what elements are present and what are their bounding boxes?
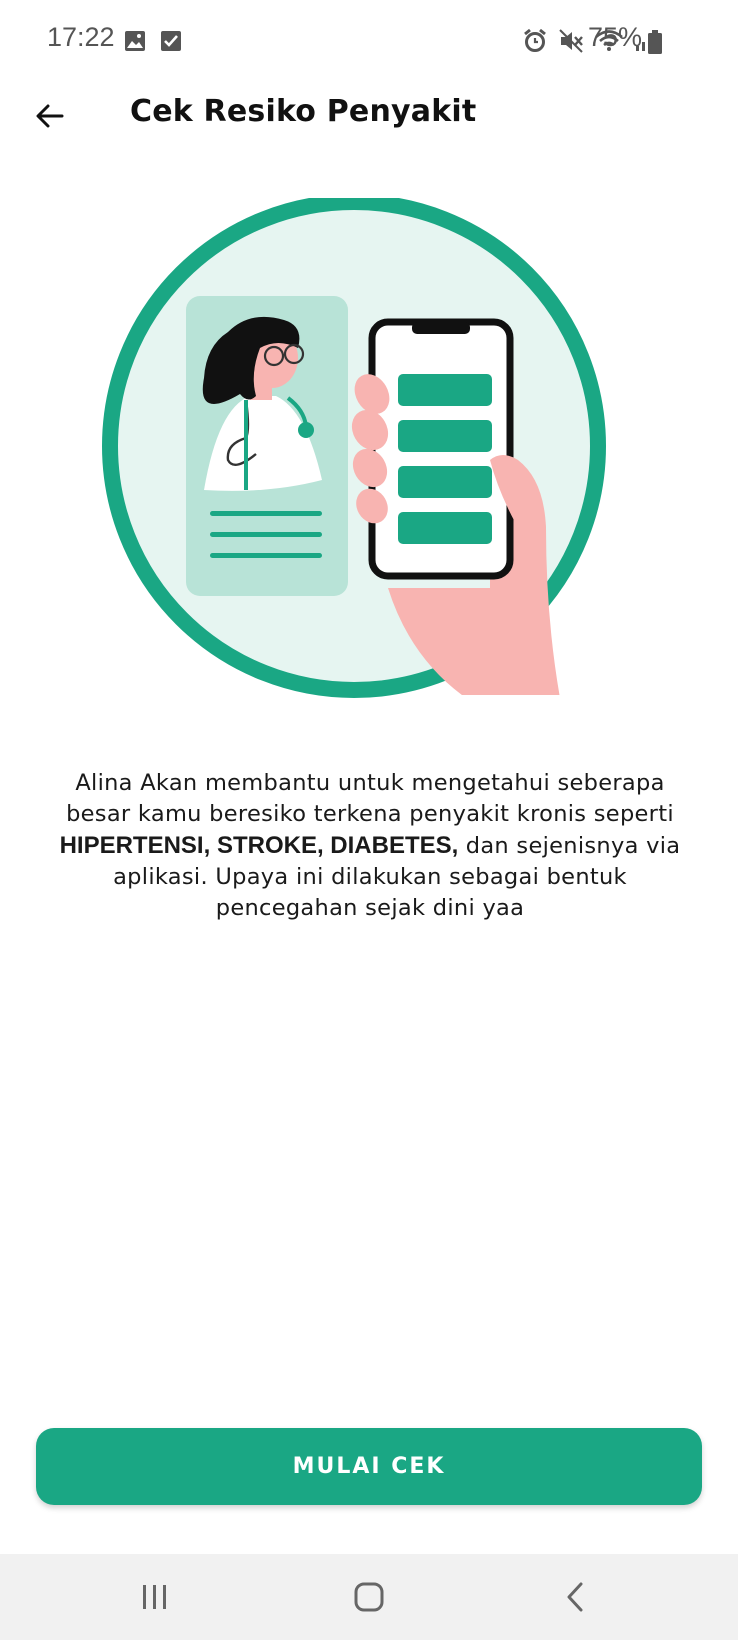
status-time: 17:22 xyxy=(47,22,115,52)
home-icon xyxy=(354,1582,384,1612)
nav-back-button[interactable] xyxy=(550,1574,600,1620)
arrow-left-icon xyxy=(36,104,64,128)
app-bar: Cek Resiko Penyakit xyxy=(0,88,738,184)
system-nav-bar xyxy=(0,1554,738,1640)
check-square-icon xyxy=(161,31,181,51)
image-icon xyxy=(125,31,145,51)
status-bar: 17:22 75% xyxy=(0,0,738,88)
alarm-icon xyxy=(524,28,546,52)
page-title: Cek Resiko Penyakit xyxy=(130,94,477,129)
description-intro: Alina Akan membantu untuk mengetahui seb… xyxy=(66,770,674,827)
home-button[interactable] xyxy=(344,1574,394,1620)
mute-icon xyxy=(559,29,583,53)
recents-button[interactable] xyxy=(130,1574,180,1620)
recents-icon xyxy=(143,1585,166,1609)
description-emphasis: HIPERTENSI, STROKE, DIABETES, xyxy=(59,832,459,859)
back-button[interactable] xyxy=(26,92,74,140)
battery-percentage: 75% xyxy=(587,22,642,52)
description-text: Alina Akan membantu untuk mengetahui seb… xyxy=(40,768,700,924)
doctor-phone-illustration xyxy=(100,194,640,728)
battery-icon xyxy=(648,30,662,54)
back-icon xyxy=(567,1582,583,1612)
start-check-button[interactable]: MULAI CEK xyxy=(36,1428,702,1505)
status-notification-icons xyxy=(124,30,182,52)
